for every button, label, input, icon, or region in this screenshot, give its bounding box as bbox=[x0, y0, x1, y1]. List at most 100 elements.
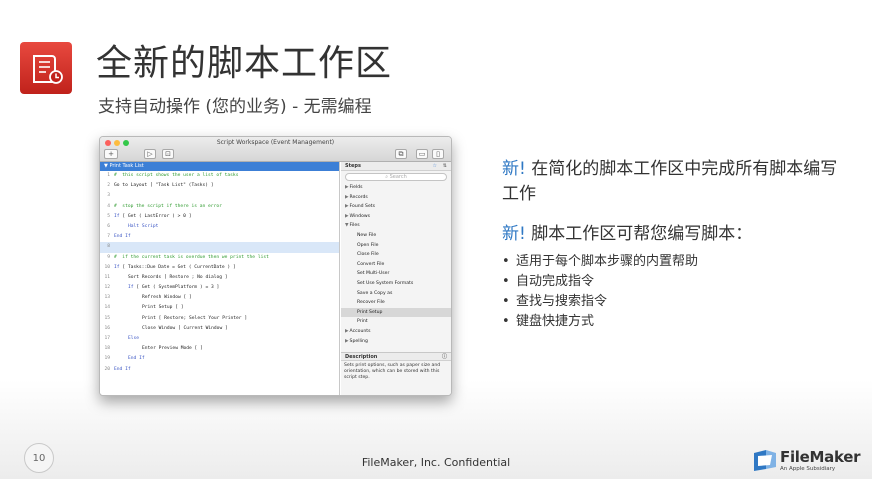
script-line[interactable]: 1 # this script shows the user a list of … bbox=[100, 171, 339, 181]
script-line[interactable]: 18 Enter Preview Mode [ ] bbox=[100, 344, 339, 354]
filemaker-folder-icon bbox=[754, 450, 776, 471]
step-label: Recover File bbox=[357, 300, 385, 306]
run-script-button[interactable]: ▷ bbox=[144, 149, 156, 159]
list-item: 自动完成指令 bbox=[502, 272, 698, 292]
point-script-help: 新! 脚本工作区可帮您编写脚本： bbox=[502, 219, 752, 244]
steps-group[interactable]: ▶Windows bbox=[341, 212, 451, 222]
script-tab[interactable]: ▼ Print Task List bbox=[100, 162, 339, 171]
keyword: Else bbox=[128, 336, 140, 341]
new-script-button[interactable]: + bbox=[104, 149, 118, 159]
steps-item[interactable]: Open File bbox=[341, 241, 451, 251]
script-line[interactable]: 11 Sort Records [ Restore ; No dialog ] bbox=[100, 273, 339, 283]
script-editor[interactable]: ▼ Print Task List 1 # this script shows t… bbox=[100, 162, 340, 395]
step-label: Files bbox=[349, 223, 360, 229]
line-number: 6 bbox=[107, 223, 110, 229]
line-number: 10 bbox=[104, 264, 110, 270]
description-text: Sets print options, such as paper size a… bbox=[344, 363, 441, 380]
line-number: 7 bbox=[107, 234, 110, 240]
disclosure-open-icon[interactable]: ▼ bbox=[345, 223, 349, 228]
debug-button[interactable]: ⊡ bbox=[162, 149, 174, 159]
line-number: 2 bbox=[107, 183, 110, 189]
disclosure-closed-icon[interactable]: ▶ bbox=[345, 195, 349, 200]
script-line[interactable]: 16 Close Window [ Current Window ] bbox=[100, 324, 339, 334]
step-label: Open File bbox=[357, 242, 379, 248]
step-label: Accounts bbox=[349, 328, 371, 334]
script-workspace-logo-icon bbox=[20, 42, 72, 94]
script-line[interactable]: 10 If [ Tasks::Due Date = Get ( CurrentDa… bbox=[100, 263, 339, 273]
keyword: Halt Script bbox=[128, 223, 159, 229]
line-number: 18 bbox=[104, 346, 110, 352]
steps-item[interactable]: Print bbox=[341, 317, 451, 327]
steps-item[interactable]: Save a Copy as bbox=[341, 289, 451, 299]
line-number: 19 bbox=[104, 356, 110, 362]
footer-confidential: FileMaker, Inc. Confidential bbox=[361, 456, 511, 469]
script-tab-label: Print Task List bbox=[109, 163, 144, 169]
keyword: End If bbox=[128, 356, 145, 362]
script-line[interactable]: 8 bbox=[100, 242, 339, 253]
script-line[interactable]: 3 bbox=[100, 191, 339, 201]
print-icon[interactable]: ⧉ bbox=[395, 149, 407, 159]
slide-title: 全新的脚本工作区 bbox=[96, 43, 393, 84]
script-line[interactable]: 19 End If bbox=[100, 354, 339, 364]
step-label: Windows bbox=[349, 213, 371, 219]
disclosure-closed-icon[interactable]: ▶ bbox=[345, 339, 349, 344]
steps-item[interactable]: Set Multi-User bbox=[341, 269, 451, 279]
line-code: Print [ Restore; Select Your Printer ] bbox=[142, 315, 248, 321]
panel-left-icon[interactable]: ▭ bbox=[416, 149, 428, 159]
line-code: Close Window [ Current Window ] bbox=[142, 325, 228, 331]
script-line[interactable]: 4 # stop the script if there is an error bbox=[100, 202, 339, 212]
script-line[interactable]: 2 Go to Layout [ "Task List" (Tasks) ] bbox=[100, 181, 339, 191]
line-code: # if the current task is overdue then we… bbox=[114, 254, 269, 260]
search-placeholder: Search bbox=[389, 174, 407, 180]
line-number: 15 bbox=[104, 315, 110, 321]
steps-item[interactable]: New File bbox=[341, 231, 451, 241]
script-line[interactable]: 13 Refresh Window [ ] bbox=[100, 293, 339, 303]
step-label: Found Sets bbox=[349, 204, 375, 210]
new-label: 新! bbox=[502, 224, 526, 244]
line-code: # stop the script if there is an error bbox=[114, 203, 222, 209]
step-label: Records bbox=[349, 194, 368, 200]
step-label: New File bbox=[357, 232, 377, 238]
steps-search-input[interactable]: ⌕ Search bbox=[345, 173, 447, 181]
line-code: If [ Tasks::Due Date = Get ( CurrentDate… bbox=[114, 263, 236, 273]
script-line[interactable]: 14 Print Setup [ ] bbox=[100, 303, 339, 313]
script-line[interactable]: 12 If [ Get ( SystemPlatform ) = 3 ] bbox=[100, 283, 339, 293]
favorites-star-icon[interactable]: ☆ bbox=[433, 162, 437, 171]
steps-item[interactable]: Close File bbox=[341, 250, 451, 260]
step-label: Set Multi-User bbox=[357, 271, 390, 277]
search-icon: ⌕ bbox=[385, 174, 389, 180]
disclosure-closed-icon[interactable]: ▶ bbox=[345, 214, 349, 219]
steps-item[interactable]: Convert File bbox=[341, 260, 451, 270]
steps-group[interactable]: ▶Found Sets bbox=[341, 202, 451, 212]
steps-group[interactable]: ▶Records bbox=[341, 193, 451, 203]
script-line[interactable]: 9 # if the current task is overdue then w… bbox=[100, 253, 339, 263]
steps-item[interactable]: Print Setup bbox=[341, 307, 451, 318]
disclosure-closed-icon[interactable]: ▶ bbox=[345, 185, 349, 190]
line-code: Else bbox=[128, 334, 139, 344]
sort-icon[interactable]: ⇅ bbox=[443, 162, 447, 171]
script-line[interactable]: 5 If [ Get ( LastError ) > 0 ] bbox=[100, 212, 339, 222]
script-line[interactable]: 7 End If bbox=[100, 232, 339, 242]
step-label: Print Setup bbox=[357, 309, 383, 315]
panel-right-icon[interactable]: ▯ bbox=[432, 149, 444, 159]
description-header: Description ⓘ bbox=[341, 352, 451, 361]
brand-name: FileMaker bbox=[780, 448, 861, 466]
steps-item[interactable]: Recover File bbox=[341, 298, 451, 308]
steps-group[interactable]: ▼Files bbox=[341, 221, 451, 231]
list-item: 键盘快捷方式 bbox=[502, 312, 698, 332]
script-line[interactable]: 15 Print [ Restore; Select Your Printer ] bbox=[100, 314, 339, 324]
line-code: If [ Get ( LastError ) > 0 ] bbox=[114, 212, 191, 222]
script-line[interactable]: 6 Halt Script bbox=[100, 222, 339, 232]
disclosure-closed-icon[interactable]: ▶ bbox=[345, 204, 349, 209]
steps-group[interactable]: ▶Fields bbox=[341, 183, 451, 193]
steps-panel: Steps ☆ ⇅ ⌕ Search ▶Fields ▶Records ▶Found… bbox=[341, 162, 451, 395]
script-line[interactable]: 17 Else bbox=[100, 334, 339, 344]
steps-group[interactable]: ▶Accounts bbox=[341, 327, 451, 337]
steps-group[interactable]: ▶Spelling bbox=[341, 337, 451, 347]
list-item: 适用于每个脚本步骤的内置帮助 bbox=[502, 252, 698, 272]
line-number: 3 bbox=[107, 193, 110, 199]
script-line[interactable]: 20 End If bbox=[100, 365, 339, 375]
help-icon[interactable]: ⓘ bbox=[442, 353, 447, 362]
steps-item[interactable]: Set Use System Formats bbox=[341, 279, 451, 289]
disclosure-closed-icon[interactable]: ▶ bbox=[345, 329, 349, 334]
